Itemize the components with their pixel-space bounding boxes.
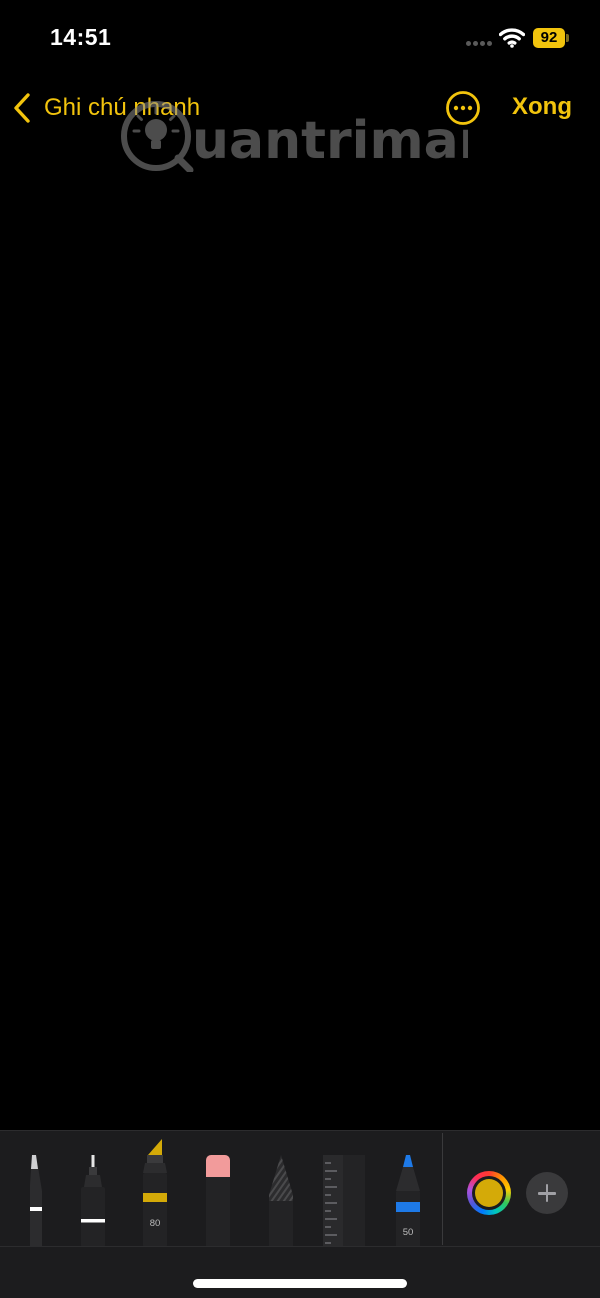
watermark: uantrimang: [118, 98, 533, 174]
watermark-text: uantrimang: [192, 111, 468, 171]
ruler-tool-icon[interactable]: [323, 1155, 365, 1247]
tool-list: 80 50: [0, 1131, 442, 1247]
battery-icon: 92: [533, 28, 569, 48]
fineliner-tool-icon[interactable]: [78, 1155, 108, 1247]
chevron-left-icon: [14, 93, 30, 123]
status-bar: 14:51 92: [0, 0, 600, 76]
battery-level: 92: [533, 28, 565, 48]
drawing-canvas[interactable]: [0, 170, 600, 1128]
highlighter-opacity-label: 80: [150, 1218, 161, 1229]
toolbar-divider: [442, 1133, 443, 1245]
highlighter-tool-icon[interactable]: 80: [140, 1139, 170, 1247]
cellular-signal-icon: [466, 41, 494, 47]
home-indicator-area: [0, 1246, 600, 1298]
watermark-logo: [121, 101, 194, 174]
pencil-opacity-label: 50: [403, 1227, 414, 1238]
plus-icon[interactable]: [526, 1172, 568, 1214]
pencil-tool-icon[interactable]: 50: [393, 1155, 423, 1247]
wifi-icon: [498, 26, 526, 48]
lasso-tool-icon[interactable]: [266, 1155, 296, 1247]
pen-tool-icon[interactable]: [28, 1155, 44, 1247]
tool-palette: 80 50: [0, 1130, 600, 1247]
selected-color-swatch: [475, 1179, 503, 1207]
done-button[interactable]: Xong: [512, 93, 572, 121]
home-indicator[interactable]: [193, 1279, 407, 1288]
eraser-tool-icon[interactable]: [203, 1155, 233, 1247]
status-time: 14:51: [50, 24, 112, 50]
color-wheel-icon[interactable]: [467, 1171, 511, 1215]
